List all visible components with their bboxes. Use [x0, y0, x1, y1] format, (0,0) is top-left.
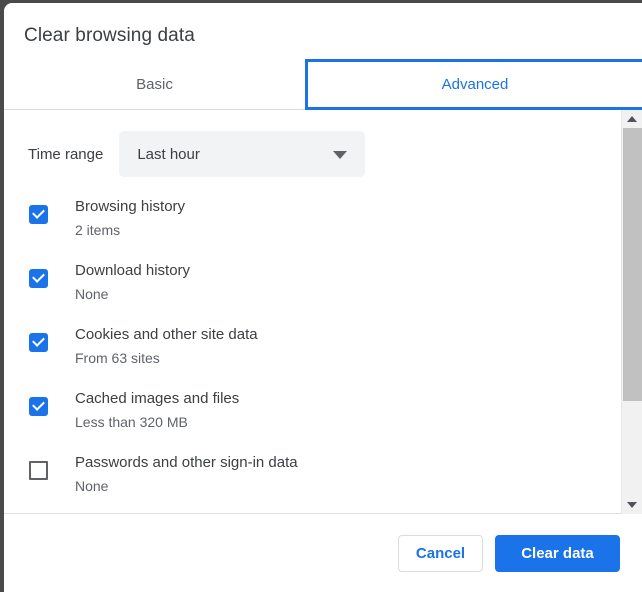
- chevron-down-icon: [333, 151, 348, 159]
- vertical-scrollbar[interactable]: [621, 110, 642, 514]
- list-item-sublabel: From 63 sites: [75, 350, 160, 366]
- checkbox-download-history[interactable]: [29, 269, 48, 288]
- clear-data-button[interactable]: Clear data: [495, 535, 620, 572]
- checkbox-cookies-and-site-data[interactable]: [29, 333, 48, 352]
- list-item-label: Cached images and files: [75, 390, 240, 407]
- list-item-sublabel: None: [75, 478, 109, 494]
- list-item-label: Cookies and other site data: [75, 326, 258, 343]
- list-item-sublabel: 2 items: [75, 222, 121, 238]
- settings-scroll-content: Time range Last hour Browsing history 2 …: [4, 110, 621, 513]
- list-item-label: Browsing history: [75, 198, 186, 215]
- clear-browsing-data-dialog: Clear browsing data Basic Advanced Time …: [4, 3, 642, 592]
- list-item-label: Download history: [75, 262, 191, 279]
- tab-strip: Basic Advanced: [4, 59, 642, 110]
- time-range-row: Time range Last hour: [28, 131, 366, 177]
- footer-button-group: Cancel Clear data: [398, 535, 620, 572]
- triangle-down-icon: [627, 502, 637, 508]
- cancel-button[interactable]: Cancel: [398, 535, 483, 572]
- checkbox-browsing-history[interactable]: [29, 205, 48, 224]
- list-item[interactable]: Cached images and files Less than 320 MB: [4, 383, 621, 447]
- time-range-label: Time range: [28, 145, 104, 163]
- scroll-up-button[interactable]: [622, 110, 642, 128]
- list-item-sublabel: Less than 320 MB: [75, 414, 188, 430]
- dialog-footer: Cancel Clear data: [4, 514, 642, 592]
- list-item-label: Passwords and other sign-in data: [75, 454, 298, 471]
- data-type-list: Browsing history 2 items Download histor…: [4, 191, 621, 513]
- tab-advanced[interactable]: Advanced: [305, 59, 642, 110]
- list-item[interactable]: Browsing history 2 items: [4, 191, 621, 255]
- time-range-value: Last hour: [137, 145, 200, 163]
- list-item[interactable]: Download history None: [4, 255, 621, 319]
- list-item-sublabel: None: [75, 286, 109, 302]
- time-range-dropdown[interactable]: Last hour: [119, 131, 366, 177]
- scroll-down-button[interactable]: [622, 496, 642, 514]
- checkbox-passwords-and-signin-data[interactable]: [29, 461, 48, 480]
- list-item[interactable]: Cookies and other site data From 63 site…: [4, 319, 621, 383]
- checkbox-cached-images-and-files[interactable]: [29, 397, 48, 416]
- triangle-up-icon: [627, 116, 637, 122]
- settings-scroll-area: Time range Last hour Browsing history 2 …: [4, 110, 642, 514]
- scrollbar-thumb[interactable]: [623, 128, 642, 401]
- list-item[interactable]: Passwords and other sign-in data None: [4, 447, 621, 511]
- tab-basic[interactable]: Basic: [4, 59, 305, 110]
- page-title: Clear browsing data: [24, 25, 195, 46]
